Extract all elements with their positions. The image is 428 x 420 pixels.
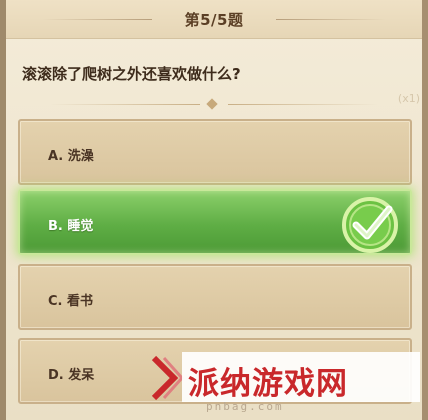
quiz-header: 第5/5题 — [6, 0, 422, 39]
option-a-button[interactable]: A. 洗澡 — [18, 119, 412, 185]
option-c-button[interactable]: C. 看书 — [18, 264, 412, 330]
title-ornament-right — [276, 19, 386, 20]
divider-line-left — [50, 104, 200, 105]
chevron-logo-icon — [151, 355, 184, 401]
background-decoration-text: (x1) — [397, 92, 420, 105]
option-b-label: B. 睡觉 — [48, 219, 94, 234]
option-c-label: C. 看书 — [48, 294, 94, 309]
ornamental-divider — [0, 98, 428, 110]
question-text: 滚滚除了爬树之外还喜欢做什么? — [22, 65, 241, 83]
option-b-button[interactable]: B. 睡觉 — [18, 189, 412, 255]
option-d-label: D. 发呆 — [48, 368, 95, 383]
watermark: 派纳游戏网 pnbag.com — [150, 352, 422, 420]
divider-gem-icon — [206, 98, 218, 110]
divider-line-right — [228, 104, 378, 105]
checkmark-icon — [342, 197, 398, 253]
watermark-url: pnbag.com — [206, 400, 284, 413]
option-a-label: A. 洗澡 — [48, 149, 94, 164]
watermark-title: 派纳游戏网 — [188, 366, 348, 402]
